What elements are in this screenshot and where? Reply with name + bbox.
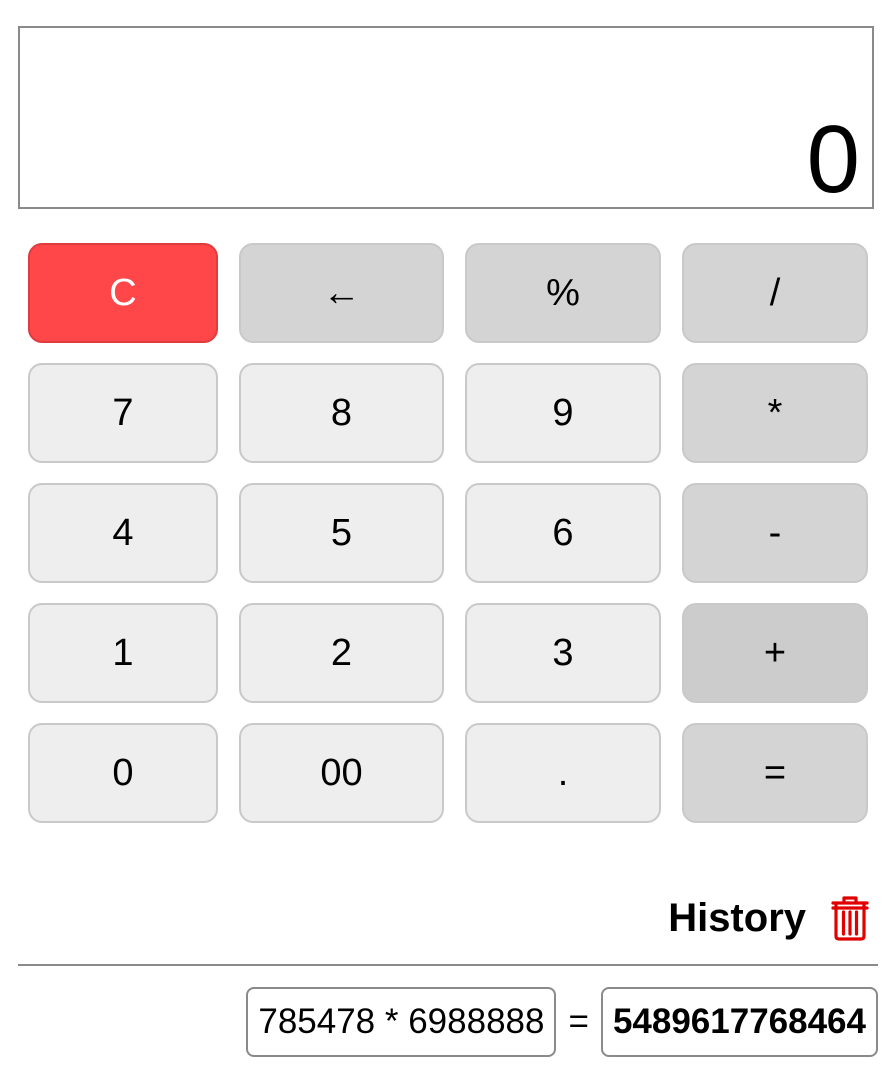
history-header: History — [668, 886, 870, 950]
decimal-button[interactable]: . — [465, 723, 661, 823]
digit-0-button[interactable]: 0 — [28, 723, 218, 823]
display-value: 0 — [806, 106, 860, 213]
digit-5-button[interactable]: 5 — [239, 483, 444, 583]
digit-3-button[interactable]: 3 — [465, 603, 661, 703]
history-result[interactable]: 5489617768464 — [600, 987, 878, 1057]
clear-button[interactable]: C — [28, 243, 218, 343]
digit-6-button[interactable]: 6 — [465, 483, 661, 583]
double-zero-button[interactable]: 00 — [239, 723, 444, 823]
digit-9-button[interactable]: 9 — [465, 363, 661, 463]
backspace-button[interactable]: ← — [239, 243, 444, 343]
history-entry[interactable]: 785478 * 6988888 = 5489617768464 — [246, 987, 878, 1057]
multiply-button[interactable]: * — [682, 363, 868, 463]
equals-button[interactable]: = — [682, 723, 868, 823]
trash-icon[interactable] — [830, 895, 870, 941]
digit-1-button[interactable]: 1 — [28, 603, 218, 703]
add-button[interactable]: + — [682, 603, 868, 703]
history-divider — [18, 964, 878, 966]
history-title: History — [668, 895, 806, 940]
history-equals-sign: = — [568, 1002, 589, 1041]
digit-2-button[interactable]: 2 — [239, 603, 444, 703]
digit-4-button[interactable]: 4 — [28, 483, 218, 583]
subtract-button[interactable]: - — [682, 483, 868, 583]
digit-7-button[interactable]: 7 — [28, 363, 218, 463]
percent-button[interactable]: % — [465, 243, 661, 343]
digit-8-button[interactable]: 8 — [239, 363, 444, 463]
divide-button[interactable]: / — [682, 243, 868, 343]
calculator-display: 0 — [18, 26, 874, 209]
history-expression[interactable]: 785478 * 6988888 — [246, 987, 557, 1057]
